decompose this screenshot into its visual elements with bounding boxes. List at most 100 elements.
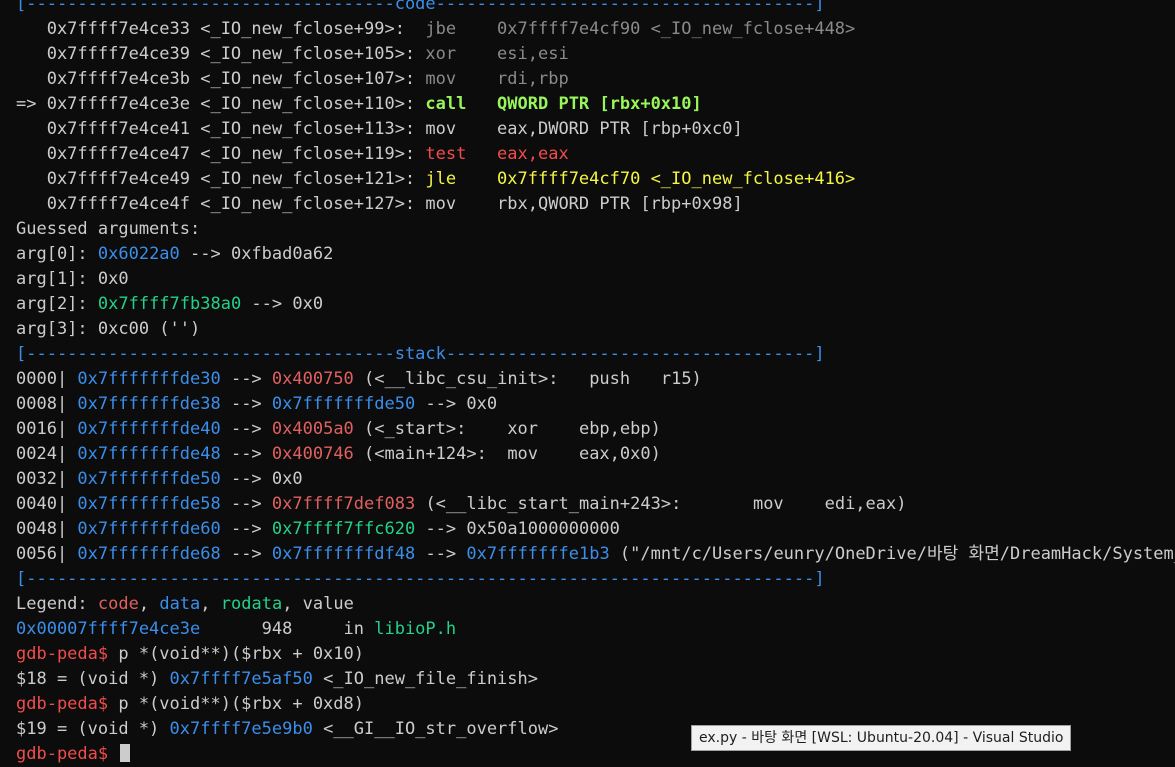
terminal-text-segment: test eax,eax <box>425 144 569 164</box>
terminal-text-segment: 0x4005a0 <box>271 419 354 439</box>
terminal-line: 0x7ffff7e4ce4f <_IO_new_fclose+127>: mov… <box>16 192 1175 217</box>
terminal-text-segment: 0x7fffffffe1b3 <box>466 544 610 564</box>
terminal-text-segment: --> <box>415 544 467 564</box>
terminal-text-segment: (<_start>: xor ebp,ebp) <box>353 419 661 439</box>
terminal-text-segment: 0x7ffff7fb38a0 <box>97 294 242 314</box>
terminal-text-segment: 0x7fffffffde50 <box>271 394 416 414</box>
terminal-text-segment: --> 0x0 <box>241 294 324 314</box>
terminal-text-segment: 0x7fffffffde68 <box>77 544 221 564</box>
terminal-text-segment: --> <box>220 419 272 439</box>
terminal-text-segment: 0x7fffffffdf48 <box>271 544 416 564</box>
terminal-text-segment: 0x7ffff7e4ce47 <_IO_new_fclose+119>: <box>16 144 426 164</box>
terminal-text-segment: arg[2]: <box>16 294 98 314</box>
terminal-text-segment: $19 = (void *) <box>16 719 170 739</box>
terminal-text-segment: --> 0x0 <box>220 469 303 489</box>
terminal-text-segment: 0x7fffffffde30 <box>77 369 221 389</box>
terminal-line: 0x7ffff7e4ce49 <_IO_new_fclose+121>: jle… <box>16 167 1175 192</box>
terminal-text-segment: stack <box>394 344 446 364</box>
terminal-text-segment: 0x7fffffffde50 <box>77 469 221 489</box>
terminal-text-segment: 0x7ffff7e4ce39 <_IO_new_fclose+105>: <box>16 44 426 64</box>
terminal-line: Legend: code, data, rodata, value <box>16 592 1175 617</box>
terminal-text-segment: mov rdi,rbp <box>425 69 569 89</box>
terminal-text-segment: 0x400746 <box>271 444 354 464</box>
terminal-text-segment: 0x7ffff7e4ce4f <_IO_new_fclose+127>: mov… <box>16 194 743 214</box>
terminal-text-segment: 0x7fffffffde58 <box>77 494 221 514</box>
terminal-text-segment: 0008| <box>16 394 78 414</box>
tooltip-text: ex.py - 바탕 화면 [WSL: Ubuntu-20.04] - Visu… <box>699 730 1064 746</box>
terminal-text-segment: -------------------------------------] <box>435 0 825 14</box>
terminal-text-segment: 0056| <box>16 544 78 564</box>
terminal-text-segment: 948 in <box>200 619 375 639</box>
terminal-text-segment: 0040| <box>16 494 78 514</box>
terminal-text-segment: 0024| <box>16 444 78 464</box>
terminal-line: 0016| 0x7fffffffde40 --> 0x4005a0 (<_sta… <box>16 417 1175 442</box>
terminal-line: 0032| 0x7fffffffde50 --> 0x0 <box>16 467 1175 492</box>
terminal-line: $18 = (void *) 0x7ffff7e5af50 <_IO_new_f… <box>16 667 1175 692</box>
terminal-text-segment: --> <box>220 544 272 564</box>
terminal-text-segment: 0x7ffff7e4ce3b <_IO_new_fclose+107>: <box>16 69 426 89</box>
terminal-line: 0x7ffff7e4ce39 <_IO_new_fclose+105>: xor… <box>16 42 1175 67</box>
terminal-text-segment: [---------------------------------------… <box>16 569 825 589</box>
terminal-line: 0x7ffff7e4ce47 <_IO_new_fclose+119>: tes… <box>16 142 1175 167</box>
terminal-text-segment: xor esi,esi <box>425 44 569 64</box>
taskbar-window-tooltip: ex.py - 바탕 화면 [WSL: Ubuntu-20.04] - Visu… <box>691 725 1072 751</box>
terminal-text-segment: , value <box>282 594 354 614</box>
terminal-line: [------------------------------------sta… <box>16 342 1175 367</box>
terminal-text-segment: (<__libc_start_main+243>: mov edi,eax) <box>415 494 907 514</box>
terminal-text-segment: jle 0x7ffff7e4cf70 <_IO_new_fclose+416> <box>425 169 856 189</box>
terminal-line: 0x7ffff7e4ce33 <_IO_new_fclose+99>: jbe … <box>16 17 1175 42</box>
terminal-line: gdb-peda$ p *(void**)($rbx + 0x10) <box>16 642 1175 667</box>
terminal-text-segment: 0x00007ffff7e4ce3e <box>16 619 201 639</box>
terminal-text-segment: 0x7ffff7e4ce33 <_IO_new_fclose+99>: <box>16 19 426 39</box>
terminal-text-segment: code <box>97 594 139 614</box>
terminal-text-segment: arg[3]: 0xc00 ('') <box>16 319 201 339</box>
terminal-text-segment: --> <box>220 494 272 514</box>
terminal-text-segment: 0x6022a0 <box>97 244 180 264</box>
terminal-line: 0000| 0x7fffffffde30 --> 0x400750 (<__li… <box>16 367 1175 392</box>
terminal-line: 0056| 0x7fffffffde68 --> 0x7fffffffdf48 … <box>16 542 1175 567</box>
terminal-text-segment: arg[1]: 0x0 <box>16 269 129 289</box>
terminal-text-segment: p *(void**)($rbx + 0x10) <box>108 644 364 664</box>
terminal-text-segment: 0x400750 <box>271 369 354 389</box>
terminal-text-segment: (<__libc_csu_init>: push r15) <box>353 369 702 389</box>
terminal-text-segment: --> <box>220 519 272 539</box>
terminal-text-segment: code <box>394 0 436 14</box>
terminal-line: 0048| 0x7fffffffde60 --> 0x7ffff7ffc620 … <box>16 517 1175 542</box>
terminal-text-segment: 0x7fffffffde48 <box>77 444 221 464</box>
terminal-text-segment: ("/mnt/c/Users/eunry/OneDrive/바탕 화면/Drea… <box>609 544 1175 564</box>
terminal-text-segment: <__GI__IO_str_overflow> <box>312 719 559 739</box>
terminal-text-segment: --> <box>220 394 272 414</box>
terminal-line: arg[3]: 0xc00 ('') <box>16 317 1175 342</box>
terminal-text-segment: [------------------------------------ <box>16 344 395 364</box>
terminal-text-segment: --> 0xfbad0a62 <box>179 244 334 264</box>
terminal-text-segment: <_IO_new_file_finish> <box>312 669 538 689</box>
terminal-text-segment: Guessed arguments: <box>16 219 201 239</box>
terminal-line: 0x7ffff7e4ce41 <_IO_new_fclose+113>: mov… <box>16 117 1175 142</box>
terminal-text-segment: 0x7ffff7def083 <box>271 494 416 514</box>
terminal-line: 0x00007ffff7e4ce3e 948 in libioP.h <box>16 617 1175 642</box>
terminal-text-segment: data <box>159 594 201 614</box>
terminal-text-segment: 0x7ffff7e5e9b0 <box>169 719 313 739</box>
terminal-text-segment: 0x7ffff7e4ce41 <_IO_new_fclose+113>: mov… <box>16 119 743 139</box>
terminal-text-segment: arg[0]: <box>16 244 98 264</box>
terminal-text-segment: ------------------------------------] <box>445 344 825 364</box>
terminal-text-segment: gdb-peda$ <box>16 744 109 764</box>
terminal-line: 0x7ffff7e4ce3b <_IO_new_fclose+107>: mov… <box>16 67 1175 92</box>
terminal-line: gdb-peda$ p *(void**)($rbx + 0xd8) <box>16 692 1175 717</box>
terminal-line: 0040| 0x7fffffffde58 --> 0x7ffff7def083 … <box>16 492 1175 517</box>
terminal-text-segment: rodata <box>220 594 283 614</box>
terminal-text-segment: p *(void**)($rbx + 0xd8) <box>108 694 364 714</box>
terminal-text-segment: 0032| <box>16 469 78 489</box>
terminal-line: arg[2]: 0x7ffff7fb38a0 --> 0x0 <box>16 292 1175 317</box>
terminal-text-segment: 0x7fffffffde60 <box>77 519 221 539</box>
terminal-text-segment: --> <box>220 369 272 389</box>
terminal-text-segment: --> 0x0 <box>415 394 498 414</box>
terminal-text-segment: [------------------------------------ <box>16 0 395 14</box>
terminal-output[interactable]: [------------------------------------cod… <box>16 0 1175 767</box>
terminal-text-segment: gdb-peda$ <box>16 694 109 714</box>
terminal-text-segment: , <box>200 594 221 614</box>
terminal-text-segment: 0x7fffffffde40 <box>77 419 221 439</box>
terminal-text-segment: Legend: <box>16 594 98 614</box>
terminal-text-segment: call QWORD PTR [rbx+0x10] <box>425 94 702 114</box>
terminal-text-segment: 0048| <box>16 519 78 539</box>
